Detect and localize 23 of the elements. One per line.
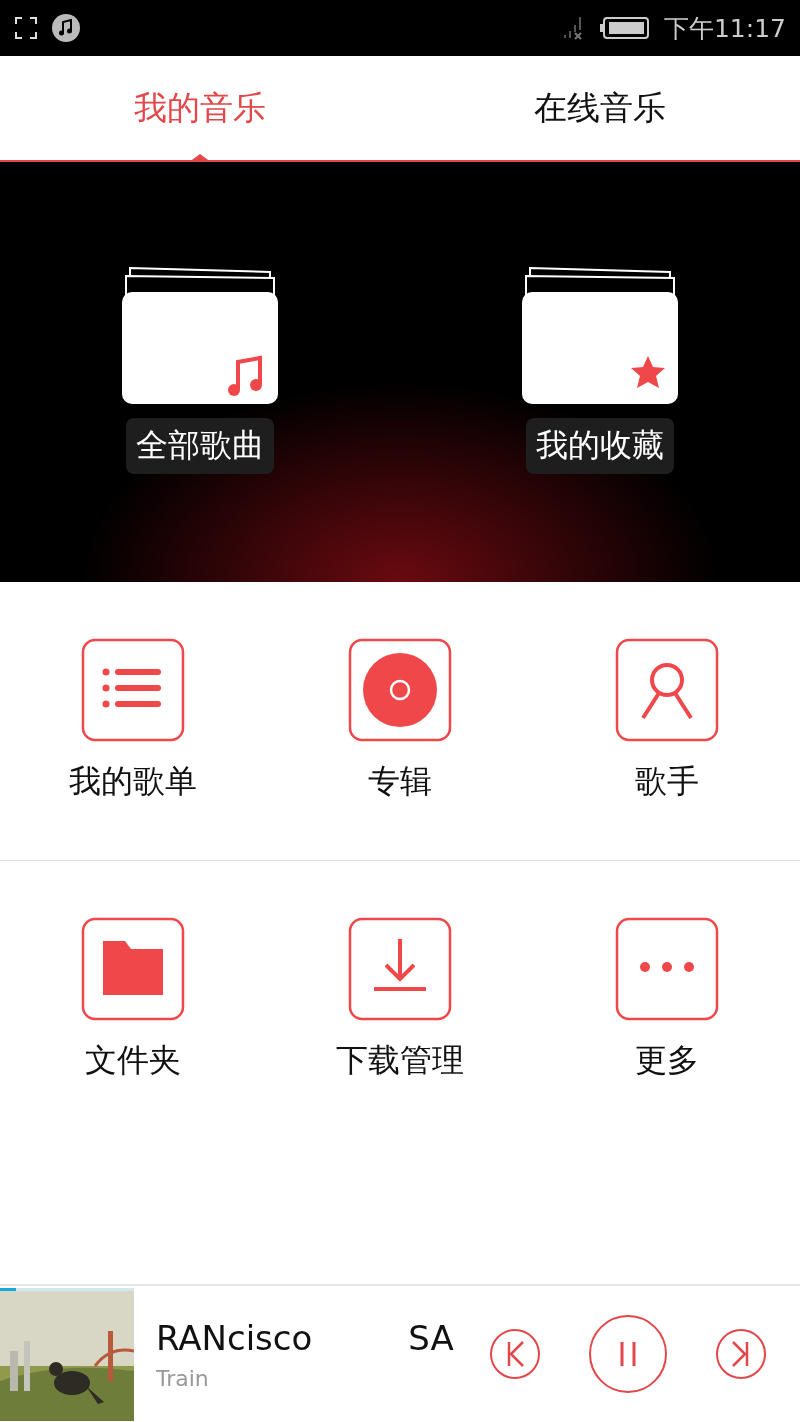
menu-label[interactable]: 更多 [634, 1039, 699, 1083]
more-icon[interactable] [614, 917, 719, 1021]
menu-label[interactable]: 我的歌单 [69, 760, 198, 804]
previous-button[interactable] [489, 1328, 542, 1380]
artist-name: Train [156, 1365, 210, 1391]
person-icon[interactable] [614, 638, 719, 742]
clock: 下午11:17 [663, 12, 786, 45]
download-icon[interactable] [348, 917, 452, 1021]
battery-icon [599, 16, 650, 40]
pause-button[interactable] [588, 1314, 668, 1394]
folder-label[interactable]: 全部歌曲 [126, 418, 274, 474]
menu-label[interactable]: 文件夹 [85, 1039, 182, 1083]
folder-label[interactable]: 我的收藏 [526, 418, 674, 474]
menu-label[interactable]: 下载管理 [336, 1039, 464, 1083]
music-note-icon [52, 14, 80, 42]
folder-icon[interactable] [81, 917, 186, 1021]
menu-label[interactable]: 歌手 [634, 760, 699, 804]
next-button[interactable] [714, 1328, 767, 1380]
list-icon[interactable] [81, 638, 186, 742]
song-title: SA [408, 1317, 454, 1358]
song-title: RANcisco [156, 1317, 313, 1358]
screenshot-icon [14, 16, 38, 40]
menu-label[interactable]: 专辑 [368, 760, 432, 804]
